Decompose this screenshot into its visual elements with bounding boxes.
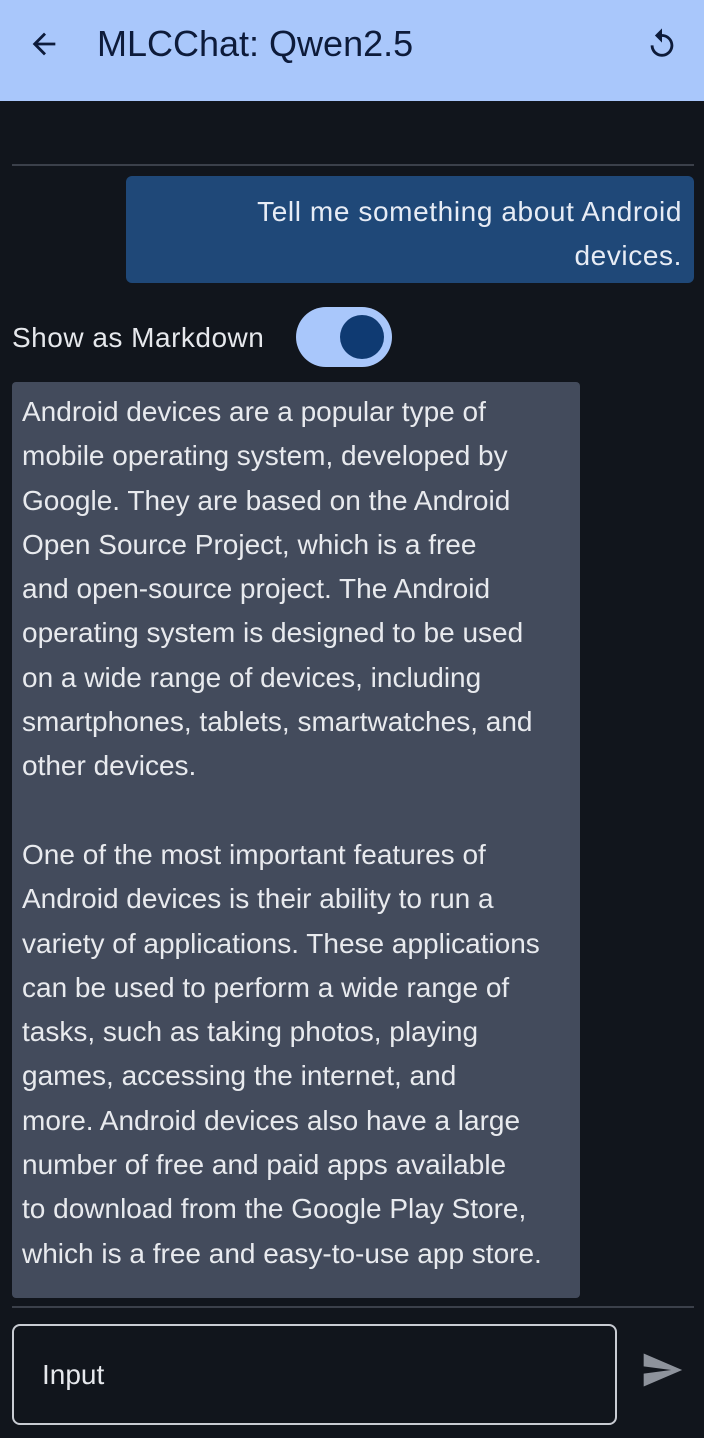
restart-icon — [650, 28, 674, 57]
back-button[interactable] — [18, 20, 70, 68]
assistant-message-bubble: Android devices are a popular type of mo… — [12, 382, 580, 1298]
top-divider — [12, 164, 694, 166]
bottom-divider — [12, 1306, 694, 1308]
assistant-paragraph-2: One of the most important features of An… — [22, 838, 542, 1269]
toggle-thumb — [340, 315, 384, 359]
assistant-paragraph-1: Android devices are a popular type of mo… — [22, 396, 533, 782]
user-message-bubble: Tell me something about Android devices. — [126, 176, 694, 283]
send-button[interactable] — [634, 1344, 690, 1396]
app-bar: MLCChat: Qwen2.5 — [0, 0, 704, 101]
markdown-toggle-switch[interactable] — [296, 307, 392, 367]
app-title: MLCChat: Qwen2.5 — [97, 23, 414, 64]
chat-screen: MLCChat: Qwen2.5 Tell me something about… — [0, 0, 704, 1438]
reset-chat-button[interactable] — [636, 20, 688, 68]
markdown-toggle-label: Show as Markdown — [12, 322, 265, 353]
send-icon — [643, 1353, 683, 1387]
message-input[interactable] — [12, 1324, 617, 1425]
arrow-back-icon — [32, 32, 56, 56]
